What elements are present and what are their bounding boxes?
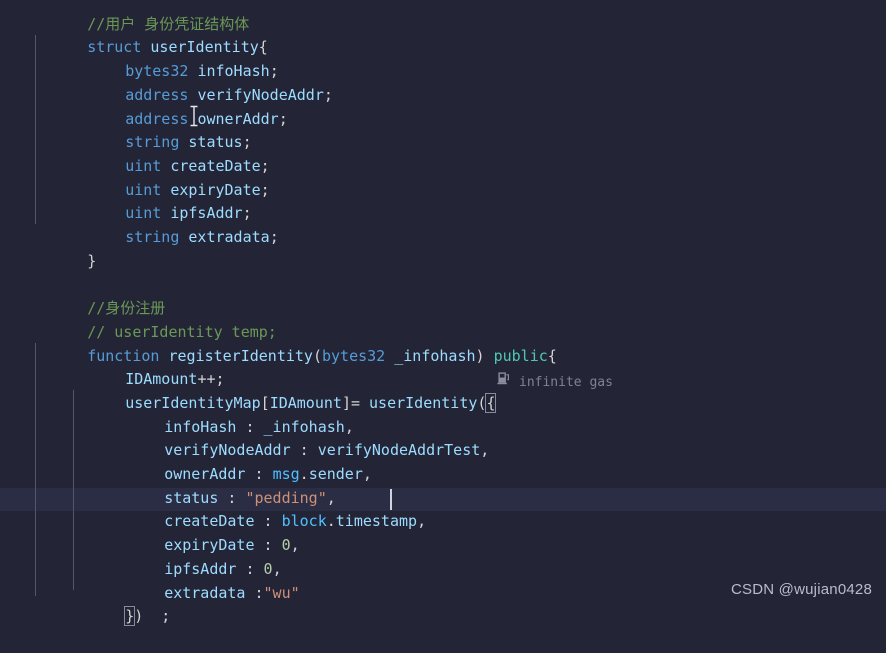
- token-brace-close-matched: }: [124, 606, 136, 627]
- token-field-extradata: extradata: [164, 583, 246, 602]
- token-paren-close: ): [475, 346, 494, 365]
- code-line-25[interactable]: extradata :"wu": [0, 558, 299, 602]
- token-comma: ,: [290, 536, 300, 555]
- token-comma: ,: [480, 441, 490, 460]
- code-line-20[interactable]: ownerAddr : msg.sender,: [0, 439, 372, 483]
- code-line-11[interactable]: }: [0, 226, 96, 270]
- code-line-21[interactable]: status : "pedding",: [0, 463, 336, 507]
- token-semicolon: ;: [260, 180, 270, 199]
- code-line-22[interactable]: createDate : block.timestamp,: [0, 487, 426, 530]
- code-line-19[interactable]: verifyNodeAddr : verifyNodeAddrTest,: [0, 416, 489, 459]
- code-line-24[interactable]: ipfsAddr : 0,: [0, 534, 281, 578]
- token-modifier-public: public: [493, 346, 548, 365]
- code-line-12-blank[interactable]: [0, 250, 33, 274]
- token-brace-close: }: [87, 251, 97, 270]
- code-line-26[interactable]: }) ;: [0, 582, 170, 627]
- code-line-18[interactable]: infoHash : _infohash,: [0, 392, 354, 436]
- token-colon: :: [245, 583, 264, 602]
- gas-pump-icon: [497, 371, 512, 395]
- code-line-14[interactable]: // userIdentity temp;: [0, 297, 277, 341]
- token-semicolon: ;: [323, 85, 333, 104]
- code-line-8[interactable]: uint expiryDate;: [0, 155, 270, 199]
- code-line-17[interactable]: userIdentityMap[IDAmount]= userIdentity(…: [0, 368, 497, 413]
- code-line-13[interactable]: //身份注册: [0, 273, 165, 317]
- token-string-wu: "wu": [263, 583, 300, 602]
- code-line-1[interactable]: //用户 身份凭证结构体: [0, 0, 249, 33]
- code-line-7[interactable]: uint createDate;: [0, 131, 270, 175]
- code-line-3[interactable]: bytes32 infoHash;: [0, 36, 279, 80]
- code-line-9[interactable]: uint ipfsAddr;: [0, 179, 251, 222]
- token-paren-close-semicolon: ) ;: [134, 607, 171, 626]
- token-param-infohash: _infohash: [385, 346, 476, 365]
- token-dot: .: [326, 512, 336, 531]
- inline-hint-gas-label: infinite gas: [519, 375, 613, 390]
- inline-hint-gas[interactable]: infinite gas: [497, 371, 613, 395]
- token-comma: ,: [362, 465, 372, 483]
- token-type-string: string: [125, 228, 180, 246]
- token-type-bytes32: bytes32: [322, 346, 386, 365]
- token-semicolon: ;: [269, 228, 279, 246]
- code-line-5[interactable]: address ownerAddr;: [0, 84, 288, 128]
- code-line-10[interactable]: string extradata;: [0, 202, 279, 246]
- token-type-name: userIdentity: [369, 393, 478, 412]
- code-editor[interactable]: //用户 身份凭证结构体 struct userIdentity{ bytes3…: [0, 0, 886, 627]
- token-brace-open-matched: {: [485, 392, 497, 413]
- code-line-6[interactable]: string status;: [0, 108, 251, 151]
- token-number-zero: 0: [281, 536, 291, 555]
- token-member-timestamp: timestamp: [335, 512, 418, 531]
- code-line-4[interactable]: address verifyNodeAddr;: [0, 60, 333, 104]
- text-caret: [390, 489, 392, 510]
- token-semicolon: ;: [278, 109, 288, 128]
- code-line-15[interactable]: function registerIdentity(bytes32 _infoh…: [0, 321, 557, 365]
- watermark: CSDN @wujian0428: [731, 581, 872, 599]
- token-brace-open: {: [547, 346, 557, 365]
- code-line-2[interactable]: struct userIdentity{: [0, 13, 268, 56]
- token-comma: ,: [417, 512, 427, 531]
- token-field-extradata: extradata: [188, 228, 270, 246]
- token-paren-open: (: [312, 346, 322, 365]
- code-line-23[interactable]: expiryDate : 0,: [0, 510, 299, 554]
- code-line-16[interactable]: IDAmount++;: [0, 345, 224, 388]
